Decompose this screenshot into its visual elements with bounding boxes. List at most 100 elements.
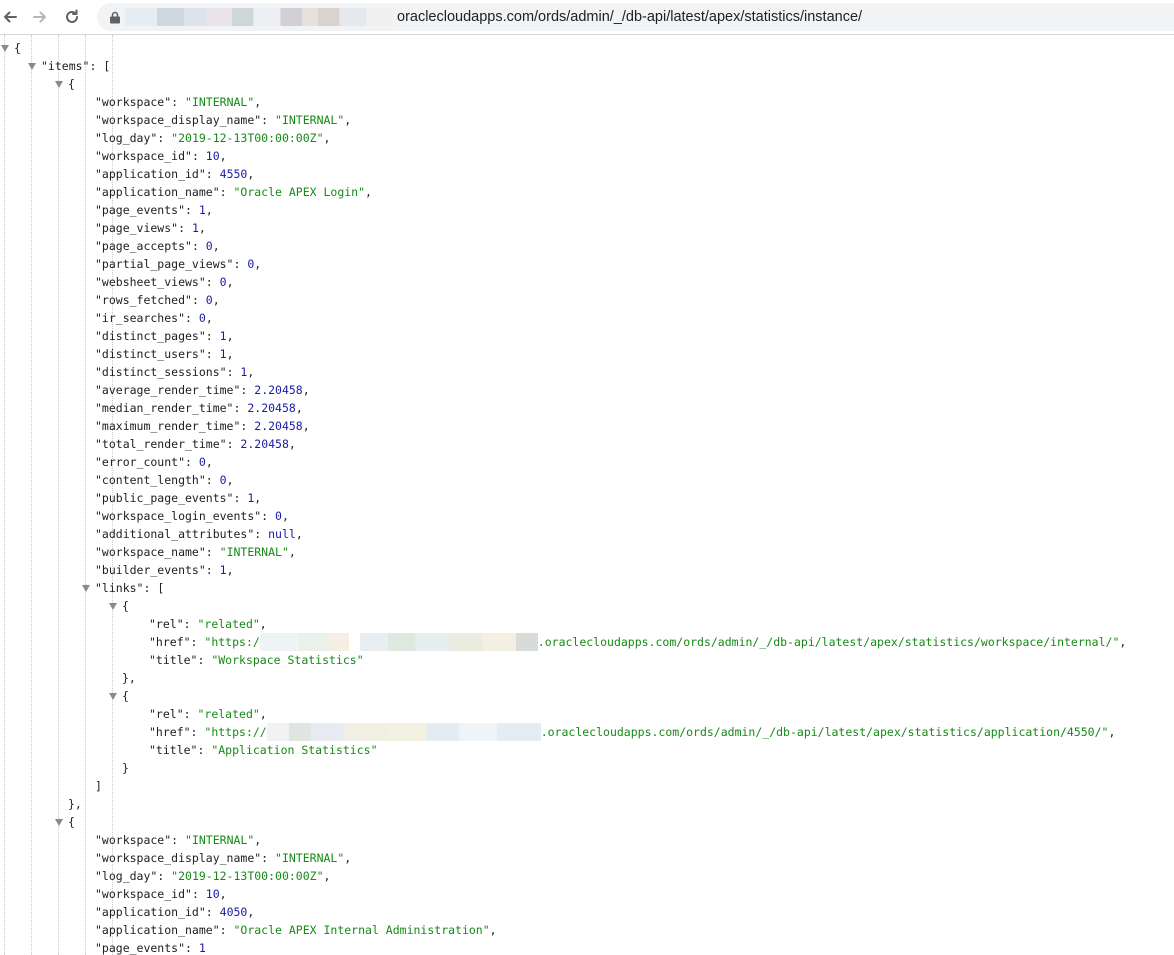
collapse-toggle-icon[interactable] — [82, 585, 90, 592]
json-key: "partial_page_views" — [95, 257, 234, 271]
json-string-value: "INTERNAL" — [185, 95, 255, 109]
indent-guide — [58, 35, 59, 955]
json-field-line: "distinct_pages": 1, — [95, 329, 234, 343]
collapse-toggle-icon[interactable] — [55, 819, 63, 826]
json-key: "workspace_id" — [95, 149, 192, 163]
reload-icon[interactable] — [60, 5, 84, 29]
items-array-open: "items": [ — [41, 59, 111, 73]
json-field-line: "workspace_id": 10, — [95, 149, 227, 163]
json-number-value: 2.20458 — [240, 437, 289, 451]
json-field-line: "rel": "related", — [149, 617, 267, 631]
json-key: "links" — [95, 581, 144, 595]
back-arrow-icon[interactable] — [0, 5, 22, 29]
json-field-line: "href": "https:/.oraclecloudapps.com/ord… — [149, 633, 1127, 651]
json-field-line: "page_views": 1, — [95, 221, 206, 235]
json-root-open: { — [14, 41, 21, 55]
collapse-toggle-icon[interactable] — [109, 693, 117, 700]
json-field-line: "average_render_time": 2.20458, — [95, 383, 310, 397]
json-number-value: 0 — [198, 311, 206, 325]
json-key: "average_render_time" — [95, 383, 241, 397]
json-key: "rel" — [149, 617, 184, 631]
json-key: "application_name" — [95, 185, 220, 199]
item-object-open: { — [68, 77, 75, 91]
json-field-line: "total_render_time": 2.20458, — [95, 437, 296, 451]
json-key: "title" — [149, 743, 198, 757]
json-number-value: 0 — [275, 509, 282, 523]
json-string-value: "https:/ — [204, 635, 260, 649]
json-string-value: "Application Statistics" — [211, 743, 378, 757]
json-field-line: "workspace_login_events": 0, — [95, 509, 289, 523]
json-string-value: "https:// — [204, 725, 267, 739]
json-field-line: "workspace_id": 10, — [95, 887, 227, 901]
json-number-value: 0 — [198, 455, 206, 469]
json-string-value: "2019-12-13T00:00:00Z" — [171, 131, 324, 145]
json-string-value: "INTERNAL" — [185, 833, 255, 847]
json-number-value: 4050 — [219, 905, 248, 919]
json-string-value: "related" — [197, 707, 260, 721]
json-number-value: 1 — [219, 347, 227, 361]
collapse-toggle-icon[interactable] — [28, 63, 36, 70]
json-number-value: 0 — [219, 473, 227, 487]
address-bar[interactable]: oraclecloudapps.com/ords/admin/_/db-api/… — [97, 3, 1174, 31]
forward-arrow-icon[interactable] — [28, 5, 52, 29]
json-key: "public_page_events" — [95, 491, 234, 505]
json-key: "page_events" — [95, 203, 186, 217]
collapse-toggle-icon[interactable] — [109, 603, 117, 610]
json-number-value: 1 — [191, 221, 199, 235]
json-key: "error_count" — [95, 455, 186, 469]
json-key: "median_render_time" — [95, 401, 234, 415]
json-number-value: 2.20458 — [254, 419, 303, 433]
json-field-line: "additional_attributes": null, — [95, 527, 303, 541]
json-field-line: "distinct_sessions": 1, — [95, 365, 255, 379]
json-key: "page_accepts" — [95, 239, 192, 253]
json-field-line: "page_events": 1 — [95, 941, 206, 955]
json-key: "distinct_pages" — [95, 329, 206, 343]
json-key: "workspace_display_name" — [95, 113, 262, 127]
link-object-open: { — [122, 599, 129, 613]
json-field-line: "application_id": 4550, — [95, 167, 255, 181]
json-string-value: "2019-12-13T00:00:00Z" — [171, 869, 324, 883]
json-key: "builder_events" — [95, 563, 206, 577]
json-key: "workspace_login_events" — [95, 509, 262, 523]
json-key: "workspace_id" — [95, 887, 192, 901]
json-key: "workspace" — [95, 95, 172, 109]
json-number-value: 10 — [205, 887, 220, 901]
json-key: "additional_attributes" — [95, 527, 255, 541]
json-field-line: "title": "Application Statistics" — [149, 743, 378, 757]
json-field-line: "content_length": 0, — [95, 473, 234, 487]
json-field-line: "log_day": "2019-12-13T00:00:00Z", — [95, 131, 331, 145]
json-field-line: "rel": "related", — [149, 707, 267, 721]
collapse-toggle-icon[interactable] — [1, 45, 9, 52]
browser-toolbar: oraclecloudapps.com/ords/admin/_/db-api/… — [0, 0, 1174, 35]
json-field-line: "application_name": "Oracle APEX Interna… — [95, 923, 497, 937]
json-field-line: "ir_searches": 0, — [95, 311, 213, 325]
links-array-close: ] — [95, 779, 102, 793]
json-string-value: .oraclecloudapps.com/ords/admin/_/db-api… — [537, 635, 1120, 649]
json-viewer: {"items": [{"workspace": "INTERNAL", "wor… — [0, 35, 1174, 955]
url-text: oraclecloudapps.com/ords/admin/_/db-api/… — [397, 9, 863, 25]
json-field-line: "workspace": "INTERNAL", — [95, 833, 262, 847]
json-key: "application_id" — [95, 905, 206, 919]
json-key: "title" — [149, 653, 198, 667]
json-key: "rel" — [149, 707, 184, 721]
item-object-open: { — [68, 815, 75, 829]
json-null-value: null — [268, 527, 296, 541]
json-key: "distinct_sessions" — [95, 365, 227, 379]
json-field-line: "websheet_views": 0, — [95, 275, 234, 289]
url-display: oraclecloudapps.com/ords/admin/_/db-api/… — [125, 3, 862, 31]
json-key: "application_id" — [95, 167, 206, 181]
redacted-host-blur — [266, 723, 541, 741]
json-key: "log_day" — [95, 131, 158, 145]
json-key: "ir_searches" — [95, 311, 186, 325]
collapse-toggle-icon[interactable] — [55, 81, 63, 88]
indent-guide — [4, 35, 5, 955]
json-key: "page_views" — [95, 221, 179, 235]
json-number-value: 1 — [219, 329, 227, 343]
links-array-open: "links": [ — [95, 581, 165, 595]
json-field-line: "builder_events": 1, — [95, 563, 234, 577]
json-number-value: 0 — [219, 275, 227, 289]
json-number-value: 4550 — [219, 167, 248, 181]
json-key: "workspace" — [95, 833, 172, 847]
json-field-line: "median_render_time": 2.20458, — [95, 401, 303, 415]
indent-guide — [31, 35, 32, 955]
